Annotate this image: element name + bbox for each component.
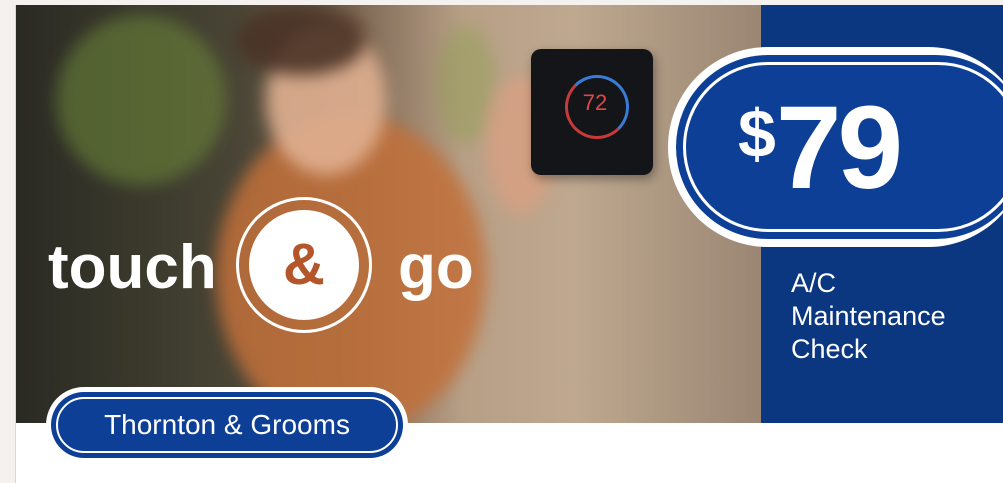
service-line: Check bbox=[791, 334, 868, 364]
thermostat-temperature: 72 bbox=[582, 90, 608, 115]
logo-word-touch: touch bbox=[48, 233, 217, 302]
service-description: A/C Maintenance Check bbox=[791, 267, 946, 366]
logo-ampersand: & bbox=[249, 210, 359, 320]
ad-banner[interactable]: 72 touch go & $79 A/C Maintenance Check … bbox=[15, 5, 1003, 483]
service-line: Maintenance bbox=[791, 301, 946, 331]
service-line: A/C bbox=[791, 268, 837, 298]
ampersand-badge: & bbox=[236, 197, 372, 333]
hero-photo: 72 bbox=[16, 5, 761, 423]
price-amount: 79 bbox=[775, 82, 903, 214]
logo-word-go: go bbox=[398, 233, 474, 302]
brand-logo: Thornton & Grooms bbox=[46, 387, 408, 463]
brand-name: Thornton & Grooms bbox=[104, 409, 350, 440]
price-badge: $79 bbox=[668, 47, 1003, 247]
thermostat-display: 72 bbox=[531, 49, 653, 175]
price-currency: $ bbox=[738, 96, 776, 172]
